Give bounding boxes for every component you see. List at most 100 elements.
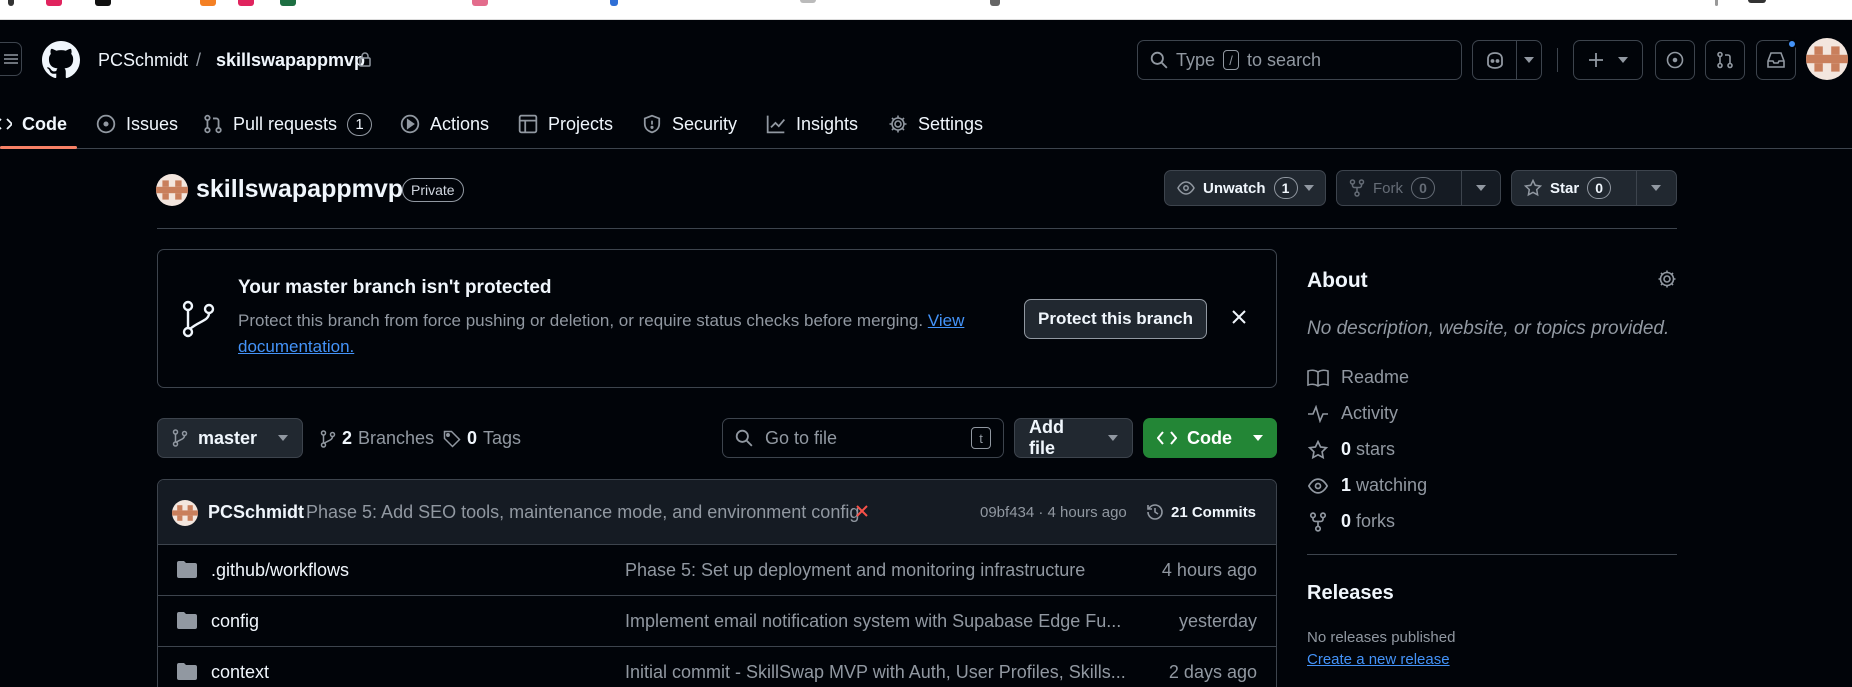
commits-link[interactable]: 21 Commits: [1145, 502, 1256, 522]
bookmark-favicon[interactable]: [800, 0, 816, 3]
repo-owner-avatar[interactable]: [156, 174, 188, 206]
breadcrumb-owner[interactable]: PCSchmidt: [98, 50, 188, 71]
copilot-dropdown-caret-icon[interactable]: [1517, 57, 1541, 63]
eye-icon: [1307, 477, 1329, 494]
inbox-icon: [1767, 52, 1785, 68]
go-to-file-shortcut-key: t: [971, 427, 991, 449]
readme-label: Readme: [1341, 367, 1410, 387]
stars-count: 0: [1341, 439, 1352, 459]
pull-request-icon: [1717, 51, 1733, 69]
unwatch-button[interactable]: Unwatch 1: [1164, 170, 1326, 206]
fork-count: 0: [1411, 177, 1435, 199]
tab-security[interactable]: Security: [642, 108, 737, 140]
star-dropdown[interactable]: [1637, 171, 1675, 205]
banner-description: Protect this branch from force pushing o…: [238, 311, 924, 330]
code-button[interactable]: Code: [1143, 418, 1277, 458]
releases-heading[interactable]: Releases: [1307, 582, 1394, 605]
create-release-link[interactable]: Create a new release: [1307, 651, 1450, 668]
table-row[interactable]: context Initial commit - SkillSwap MVP w…: [158, 647, 1276, 687]
copilot-button[interactable]: [1472, 40, 1542, 80]
close-icon[interactable]: [1232, 310, 1246, 324]
fork-icon: [1309, 511, 1327, 532]
issue-icon: [1666, 51, 1684, 69]
commit-meta[interactable]: 09bf434 · 4 hours ago: [980, 504, 1127, 521]
bookmark-favicon[interactable]: [200, 0, 216, 6]
commit-author-avatar[interactable]: [172, 500, 198, 526]
bookmark-favicon[interactable]: [46, 0, 62, 6]
issues-button[interactable]: [1655, 40, 1695, 80]
bookmark-favicon[interactable]: [95, 0, 111, 6]
tab-projects[interactable]: Projects: [518, 108, 613, 140]
bookmark-favicon[interactable]: [472, 0, 488, 6]
activity-label: Activity: [1341, 403, 1399, 423]
branches-link[interactable]: 2 Branches: [320, 428, 434, 449]
bookmark-favicon[interactable]: [1748, 0, 1766, 3]
tab-settings[interactable]: Settings: [888, 108, 983, 140]
tab-issues[interactable]: Issues: [96, 108, 178, 140]
code-button-label: Code: [1187, 427, 1232, 448]
stars-label: stars: [1356, 439, 1396, 459]
star-icon: [1307, 439, 1329, 459]
pull-requests-button[interactable]: [1705, 40, 1745, 80]
github-logo-icon[interactable]: [42, 41, 80, 79]
fork-dropdown[interactable]: [1462, 171, 1500, 205]
no-releases-text: No releases published: [1307, 629, 1456, 646]
tab-pull-requests[interactable]: Pull requests 1: [203, 108, 373, 140]
browser-bookmarks-bar: [0, 0, 1852, 20]
star-icon: [1524, 179, 1542, 197]
folder-icon: [177, 612, 197, 629]
fork-label: Fork: [1373, 179, 1403, 197]
git-branch-icon: [172, 429, 188, 447]
forks-link[interactable]: 0 forks: [1307, 511, 1395, 532]
table-row[interactable]: .github/workflows Phase 5: Set up deploy…: [158, 545, 1276, 596]
bookmark-favicon[interactable]: [238, 0, 254, 6]
tags-count: 0: [467, 428, 478, 448]
file-commit-message[interactable]: Implement email notification system with…: [625, 611, 1121, 632]
readme-link[interactable]: Readme: [1307, 367, 1409, 388]
chevron-down-icon: [1618, 57, 1628, 63]
fork-icon: [1349, 179, 1365, 197]
bookmark-favicon[interactable]: [8, 0, 14, 6]
breadcrumb-separator: /: [196, 50, 202, 70]
tab-actions[interactable]: Actions: [400, 108, 489, 140]
notification-dot: [1787, 39, 1797, 49]
commit-message[interactable]: Phase 5: Add SEO tools, maintenance mode…: [306, 502, 859, 523]
add-file-button[interactable]: Add file: [1014, 417, 1133, 458]
plus-icon: [1589, 53, 1603, 67]
bookmark-favicon[interactable]: [610, 0, 618, 6]
branch-selector[interactable]: master: [157, 418, 303, 458]
menu-button[interactable]: [0, 42, 22, 76]
bookmark-favicon[interactable]: [280, 0, 296, 6]
file-commit-message[interactable]: Phase 5: Set up deployment and monitorin…: [625, 560, 1085, 581]
create-new-button[interactable]: [1573, 40, 1643, 80]
bookmark-favicon[interactable]: [990, 0, 1000, 6]
commit-author[interactable]: PCSchmidt: [208, 502, 304, 523]
go-to-file-input[interactable]: Go to file t: [722, 418, 1004, 458]
bookmark-favicon[interactable]: [1715, 0, 1718, 6]
repo-title[interactable]: skillswapappmvp: [196, 175, 403, 204]
tab-code[interactable]: Code: [0, 108, 67, 140]
watching-link[interactable]: 1 watching: [1307, 475, 1427, 496]
file-name[interactable]: config: [211, 611, 259, 632]
repo-header-divider: [157, 228, 1677, 229]
commit-status-failed-icon[interactable]: [855, 504, 869, 518]
breadcrumb-repo[interactable]: skillswapappmvp: [216, 50, 365, 71]
avatar[interactable]: [1806, 38, 1848, 80]
protect-branch-button[interactable]: Protect this branch: [1024, 299, 1207, 339]
fork-button[interactable]: Fork 0: [1336, 170, 1501, 206]
star-button[interactable]: Star 0: [1511, 170, 1677, 206]
stars-link[interactable]: 0 stars: [1307, 439, 1395, 460]
search-input[interactable]: Type / to search: [1137, 40, 1462, 80]
tab-label: Security: [672, 113, 738, 134]
file-name[interactable]: .github/workflows: [211, 560, 349, 581]
file-commit-message[interactable]: Initial commit - SkillSwap MVP with Auth…: [625, 662, 1126, 683]
table-row[interactable]: config Implement email notification syst…: [158, 596, 1276, 647]
tab-insights[interactable]: Insights: [766, 108, 858, 140]
activity-link[interactable]: Activity: [1307, 403, 1398, 424]
visibility-badge: Private: [402, 178, 464, 202]
tags-link[interactable]: 0 Tags: [443, 428, 521, 449]
gear-icon[interactable]: [1657, 269, 1677, 289]
copilot-icon[interactable]: [1473, 41, 1518, 79]
search-shortcut-key: /: [1223, 50, 1240, 70]
file-name[interactable]: context: [211, 662, 269, 683]
